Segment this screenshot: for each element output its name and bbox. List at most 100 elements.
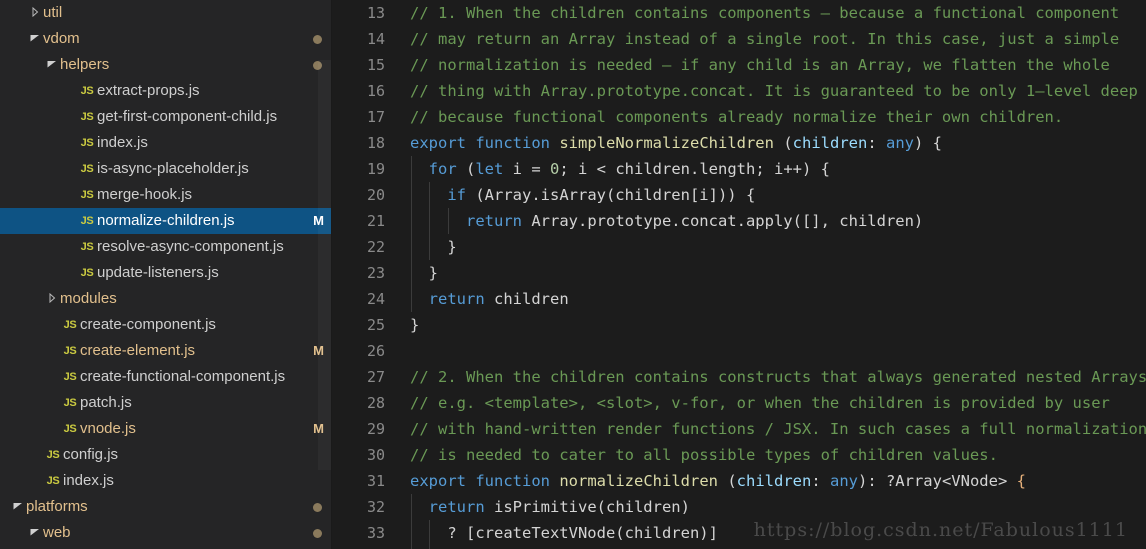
code-token: : xyxy=(867,134,886,152)
file-explorer-sidebar[interactable]: util vdom helpers JS extract-props.js JS get-f… xyxy=(0,0,332,549)
code-line: 23 } xyxy=(332,260,1146,286)
chevron-down-icon[interactable] xyxy=(27,528,43,536)
chevron-down-icon[interactable] xyxy=(27,34,43,42)
tree-item-update-listeners-js[interactable]: JS update-listeners.js xyxy=(0,260,332,286)
file-tree[interactable]: util vdom helpers JS extract-props.js JS get-f… xyxy=(0,0,332,546)
code-line: 32 return isPrimitive(children) xyxy=(332,494,1146,520)
code-text[interactable] xyxy=(398,338,1146,364)
tree-item-patch-js[interactable]: JS patch.js xyxy=(0,390,332,416)
tree-item-config-js[interactable]: JS config.js xyxy=(0,442,332,468)
indent-guide xyxy=(429,234,431,260)
line-number: 25 xyxy=(366,316,385,334)
code-token: // 2. When the children contains constru… xyxy=(410,368,1146,386)
code-text[interactable]: // 1. When the children contains compone… xyxy=(398,0,1146,26)
indent-guide xyxy=(447,208,449,234)
tree-item-label: modules xyxy=(60,290,117,307)
code-text[interactable]: // thing with Array.prototype.concat. It… xyxy=(398,78,1146,104)
indent-guide xyxy=(410,156,412,182)
code-text[interactable]: return isPrimitive(children) xyxy=(398,494,1146,520)
code-text[interactable]: // because functional components already… xyxy=(398,104,1146,130)
tree-item-label: web xyxy=(43,524,71,541)
js-file-icon: JS xyxy=(63,423,77,435)
tree-item-label: index.js xyxy=(97,134,148,151)
code-line: 15 // normalization is needed — if any ch… xyxy=(332,52,1146,78)
code-text[interactable]: // normalization is needed — if any chil… xyxy=(398,52,1146,78)
code-text[interactable]: return children xyxy=(398,286,1146,312)
tree-item-index-js[interactable]: JS index.js xyxy=(0,130,332,156)
code-text[interactable]: return Array.prototype.concat.apply([], … xyxy=(398,208,1146,234)
code-token: // may return an Array instead of a sing… xyxy=(410,30,1120,48)
tree-item-resolve-async-component-js[interactable]: JS resolve-async-component.js xyxy=(0,234,332,260)
tree-item-get-first-component-child-js[interactable]: JS get-first-component-child.js xyxy=(0,104,332,130)
indent-guide xyxy=(410,234,412,260)
code-text[interactable]: // with hand-written render functions / … xyxy=(398,416,1146,442)
code-text[interactable]: // is needed to cater to all possible ty… xyxy=(398,442,1146,468)
code-text[interactable]: if (Array.isArray(children[i])) { xyxy=(398,182,1146,208)
tree-item-helpers[interactable]: helpers xyxy=(0,52,332,78)
code-token: // normalization is needed — if any chil… xyxy=(410,56,1110,74)
tree-item-vdom[interactable]: vdom xyxy=(0,26,332,52)
tree-item-index-js[interactable]: JS index.js xyxy=(0,468,332,494)
tree-item-label: util xyxy=(43,4,63,21)
code-content[interactable]: 13 // 1. When the children contains compo… xyxy=(332,0,1146,549)
code-line: 13 // 1. When the children contains compo… xyxy=(332,0,1146,26)
code-text[interactable]: } xyxy=(398,234,1146,260)
code-token: export xyxy=(410,472,466,490)
indent-guide xyxy=(429,208,431,234)
code-editor[interactable]: 13 // 1. When the children contains compo… xyxy=(332,0,1146,549)
code-token: if xyxy=(447,186,466,204)
tree-item-label: vnode.js xyxy=(80,420,136,437)
tree-item-vnode-js[interactable]: JS vnode.js M xyxy=(0,416,332,442)
code-text[interactable]: // may return an Array instead of a sing… xyxy=(398,26,1146,52)
code-line: 28 // e.g. <template>, <slot>, v-for, or … xyxy=(332,390,1146,416)
code-text[interactable]: } xyxy=(398,260,1146,286)
tree-item-label: get-first-component-child.js xyxy=(97,108,278,125)
js-file-icon: JS xyxy=(80,215,94,227)
tree-item-label: is-async-placeholder.js xyxy=(97,160,249,177)
indent-guide xyxy=(410,208,412,234)
js-file-icon: JS xyxy=(80,189,94,201)
indent-guide xyxy=(429,520,431,546)
js-file-icon: JS xyxy=(63,371,77,383)
tree-item-util[interactable]: util xyxy=(0,0,332,26)
tree-item-web[interactable]: web xyxy=(0,520,332,546)
code-token: ( xyxy=(773,134,793,152)
sidebar-scrollbar[interactable] xyxy=(318,60,332,470)
code-text[interactable]: export function normalizeChildren (child… xyxy=(398,468,1146,494)
tree-item-extract-props-js[interactable]: JS extract-props.js xyxy=(0,78,332,104)
code-text[interactable]: } xyxy=(398,312,1146,338)
tree-item-label: platforms xyxy=(26,498,88,515)
tree-item-create-component-js[interactable]: JS create-component.js xyxy=(0,312,332,338)
js-file-icon: JS xyxy=(80,111,94,123)
code-token: } xyxy=(410,238,457,256)
code-text[interactable]: // 2. When the children contains constru… xyxy=(398,364,1146,390)
indent-guide xyxy=(410,520,412,546)
code-token: : xyxy=(811,472,830,490)
tree-item-create-functional-component-js[interactable]: JS create-functional-component.js xyxy=(0,364,332,390)
tree-item-is-async-placeholder-js[interactable]: JS is-async-placeholder.js xyxy=(0,156,332,182)
code-text[interactable]: for (let i = 0; i < children.length; i++… xyxy=(398,156,1146,182)
tree-item-merge-hook-js[interactable]: JS merge-hook.js xyxy=(0,182,332,208)
tree-item-label: normalize-children.js xyxy=(97,212,235,229)
tree-item-label: resolve-async-component.js xyxy=(97,238,284,255)
code-line: 16 // thing with Array.prototype.concat. … xyxy=(332,78,1146,104)
code-token: function xyxy=(475,472,550,490)
tree-item-normalize-children-js[interactable]: JS normalize-children.js M xyxy=(0,208,332,234)
code-token: function xyxy=(475,134,550,152)
tree-item-modules[interactable]: modules xyxy=(0,286,332,312)
chevron-down-icon[interactable] xyxy=(10,502,26,510)
tree-item-create-element-js[interactable]: JS create-element.js M xyxy=(0,338,332,364)
line-number: 33 xyxy=(366,524,385,542)
code-text[interactable]: // e.g. <template>, <slot>, v-for, or wh… xyxy=(398,390,1146,416)
js-file-icon: JS xyxy=(80,267,94,279)
modified-dot-icon xyxy=(313,34,322,44)
code-text[interactable]: export function simpleNormalizeChildren … xyxy=(398,130,1146,156)
chevron-right-icon[interactable] xyxy=(44,293,60,303)
tree-item-platforms[interactable]: platforms xyxy=(0,494,332,520)
chevron-right-icon[interactable] xyxy=(27,7,43,17)
chevron-down-icon[interactable] xyxy=(44,60,60,68)
